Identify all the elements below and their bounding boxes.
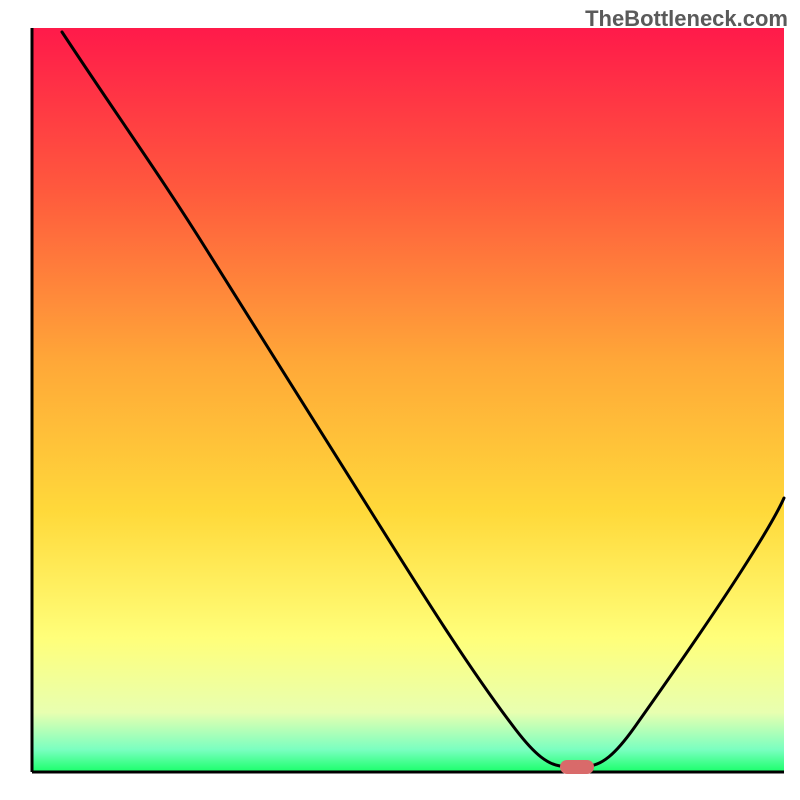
chart-svg [0, 0, 800, 800]
bottleneck-chart: TheBottleneck.com [0, 0, 800, 800]
trough-marker [560, 760, 594, 774]
plot-background [32, 28, 784, 772]
watermark-label: TheBottleneck.com [585, 6, 788, 32]
